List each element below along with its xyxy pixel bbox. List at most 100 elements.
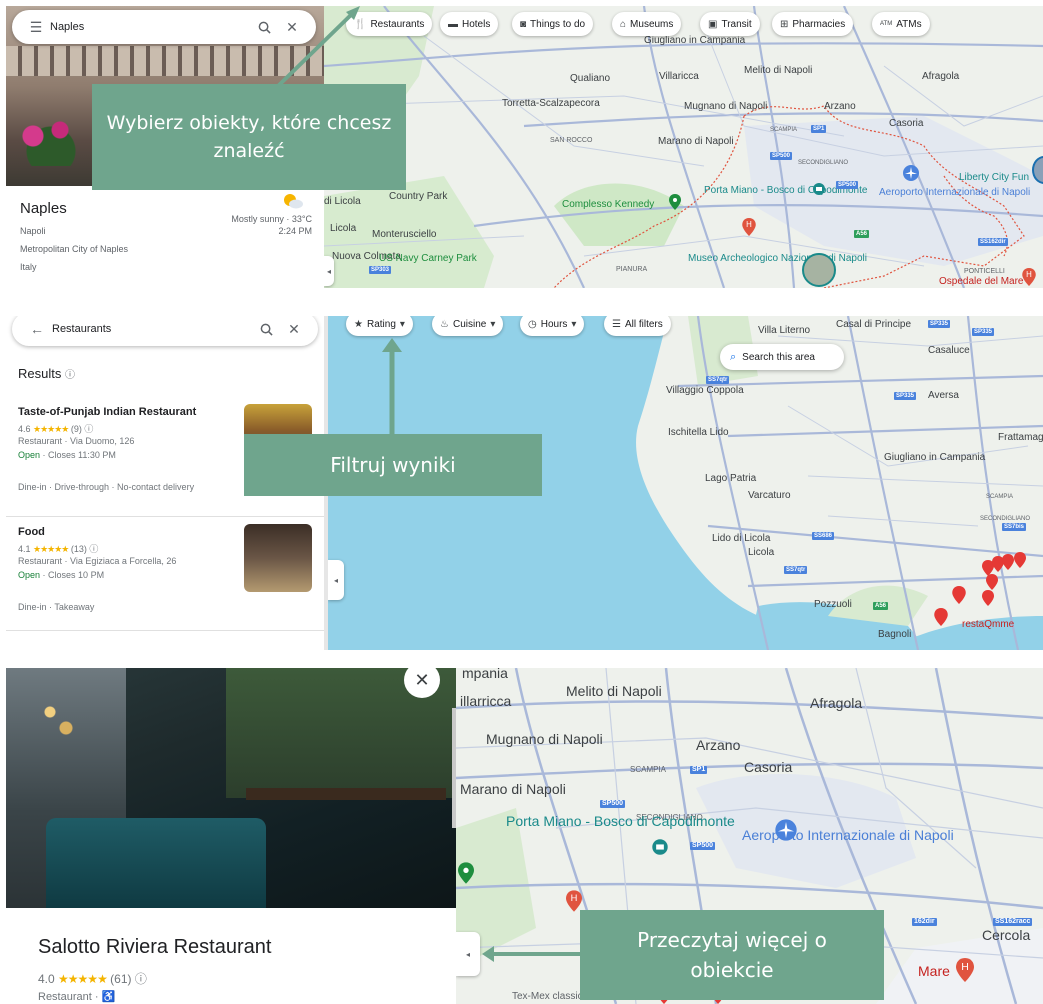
camera-pin-icon[interactable]	[812, 182, 826, 196]
map-label-san-rocco: SAN ROCCO	[550, 137, 593, 144]
result-thumbnail[interactable]	[244, 524, 312, 592]
dropdown-arrow-icon: ▾	[399, 318, 405, 330]
dropdown-arrow-icon: ▾	[490, 318, 496, 330]
road-badge: SP500	[770, 152, 793, 160]
result-rating: 4.6 ★★★★★ (9) ⓘ	[18, 424, 94, 434]
filter-all[interactable]: ☰ All filters	[604, 316, 671, 336]
road-badge: SP500	[690, 842, 716, 850]
map-view[interactable]: Giugliano in Campania Qualiano Villaricc…	[324, 6, 1043, 288]
search-icon[interactable]	[252, 323, 280, 336]
fork-knife-icon: 🍴	[354, 18, 367, 30]
chip-hotels[interactable]: ▬ Hotels	[440, 12, 499, 36]
chip-restaurants[interactable]: 🍴 Restaurants	[346, 12, 433, 36]
map-label-licola: Licola	[748, 547, 775, 558]
map-label-scampia: SCAMPIA	[770, 127, 798, 133]
search-bar[interactable]: ☰ Naples ✕	[12, 10, 316, 44]
restaurant-pins-cluster[interactable]	[968, 546, 1043, 626]
road-badge: SP500	[836, 181, 859, 189]
map-label-torretta: Torretta-Scalzapecora	[502, 98, 600, 109]
camera-pin-icon[interactable]	[651, 838, 669, 856]
collapse-panel-button[interactable]: ◂	[456, 932, 480, 976]
hospital-pin-icon[interactable]: H	[742, 218, 756, 236]
filter-hours[interactable]: ◷ Hours ▾	[520, 316, 585, 336]
map-label-marano: Marano di Napoli	[658, 136, 734, 147]
map-label-ponticelli: PONTICELLI	[964, 268, 1005, 275]
scrollbar[interactable]	[452, 708, 456, 828]
panel-city-search: Giugliano in Campania Qualiano Villaricc…	[6, 6, 1043, 288]
map-label-campania: mpania	[462, 668, 508, 681]
search-icon[interactable]	[250, 21, 278, 34]
restaurant-photo	[6, 668, 456, 908]
place-title: Salotto Riviera Restaurant	[38, 936, 272, 958]
museum-icon: ⌂	[620, 18, 627, 30]
result-address: Restaurant · Via Duomo, 126	[18, 436, 135, 446]
chip-atms[interactable]: ATM ATMs	[872, 12, 930, 36]
place-subtitle: Napoli	[20, 226, 46, 236]
result-name[interactable]: Taste-of-Punjab Indian Restaurant	[18, 406, 196, 418]
result-hours: Open · Closes 11:30 PM	[18, 450, 116, 460]
hospital-pin-icon[interactable]: H	[1021, 268, 1037, 286]
map-label-qualiano: Qualiano	[570, 73, 611, 84]
map-label-marano: Marano di Napoli	[460, 781, 566, 797]
map-label-arzano: Arzano	[696, 737, 741, 753]
map-label-frattamaggiore: Frattamaggi	[998, 432, 1043, 443]
map-label-ischitella: Ischitella Lido	[668, 427, 729, 438]
map-label-cercola: Cercola	[982, 927, 1031, 943]
sun-cloud-icon	[284, 194, 303, 209]
restaurant-pin-icon[interactable]	[934, 608, 948, 626]
result-name[interactable]: Food	[18, 526, 45, 538]
map-label-casoria: Casoria	[889, 118, 924, 129]
map-label-complesso: Complesso Kennedy	[562, 199, 655, 210]
chip-things-to-do[interactable]: ◙ Things to do	[512, 12, 594, 36]
hospital-pin-icon[interactable]: H	[566, 890, 582, 912]
map-label-arzano: Arzano	[824, 101, 856, 112]
map-label-aeroporto: Aeroporto Internazionale di Napoli	[879, 187, 1030, 199]
chip-transit[interactable]: ▣ Transit	[700, 12, 760, 36]
map-label-museo: Museo Archeologico Nazionale di Napoli	[688, 253, 867, 264]
divider	[6, 516, 324, 517]
wheelchair-icon: ♿	[101, 991, 116, 1003]
road-badge: SS686	[812, 532, 835, 540]
close-icon[interactable]: ✕	[280, 321, 308, 338]
chip-pharmacies[interactable]: ⊞ Pharmacies	[772, 12, 854, 36]
road-badge: A56	[873, 602, 889, 610]
collapse-panel-button[interactable]: ◂	[324, 256, 334, 286]
museum-thumbnail[interactable]	[802, 253, 836, 287]
search-input[interactable]: Naples	[50, 21, 250, 33]
map-label-mare: Mare	[918, 963, 950, 979]
search-bar[interactable]: ← Restaurants ✕	[12, 316, 318, 346]
road-badge: A56	[854, 230, 870, 238]
place-title: Naples	[20, 200, 67, 217]
map-label-casoria: Casoria	[744, 759, 793, 775]
atm-icon: ATM	[880, 21, 893, 27]
close-icon[interactable]: ✕	[278, 19, 306, 36]
collapse-panel-button[interactable]: ◂	[328, 560, 344, 600]
search-this-area-button[interactable]: ⌕ Search this area	[720, 344, 844, 370]
map-label-giugliano: Giugliano in Campania	[884, 452, 986, 463]
map-label-porta-miano: Porta Miano - Bosco di Capodimonte	[704, 185, 868, 196]
airport-icon[interactable]	[902, 164, 920, 182]
place-country: Italy	[20, 262, 37, 272]
info-icon[interactable]: ⓘ	[135, 972, 147, 986]
park-pin-icon[interactable]	[669, 194, 681, 210]
filter-cuisine[interactable]: ♨ Cuisine ▾	[432, 316, 504, 336]
search-input[interactable]: Restaurants	[52, 323, 252, 335]
map-label-scampia: SCAMPIA	[986, 494, 1014, 500]
tutorial-callout: Filtruj wyniki	[244, 434, 542, 496]
map-label-varcaturo: Varcaturo	[748, 490, 791, 501]
chip-museums[interactable]: ⌂ Museums	[612, 12, 682, 36]
map-label-scampia: SCAMPIA	[630, 765, 667, 774]
menu-icon[interactable]: ☰	[22, 19, 50, 36]
info-icon[interactable]: ⓘ	[65, 370, 75, 381]
map-label-country-park: Country Park	[389, 191, 448, 202]
map-label-casaluce: Casaluce	[928, 345, 970, 356]
park-pin-icon[interactable]	[458, 862, 474, 884]
cuisine-icon: ♨	[440, 318, 449, 330]
airport-icon[interactable]	[774, 818, 798, 842]
restaurant-pin-icon[interactable]	[952, 586, 966, 604]
hospital-pin-icon[interactable]: H	[956, 958, 974, 982]
back-arrow-icon[interactable]: ←	[22, 321, 52, 337]
map-label-afragola: Afragola	[922, 71, 960, 82]
result-item[interactable]: Food 4.1 ★★★★★ (13) ⓘ Restaurant · Via E…	[6, 518, 324, 628]
filter-rating[interactable]: ★ Rating ▾	[346, 316, 413, 336]
